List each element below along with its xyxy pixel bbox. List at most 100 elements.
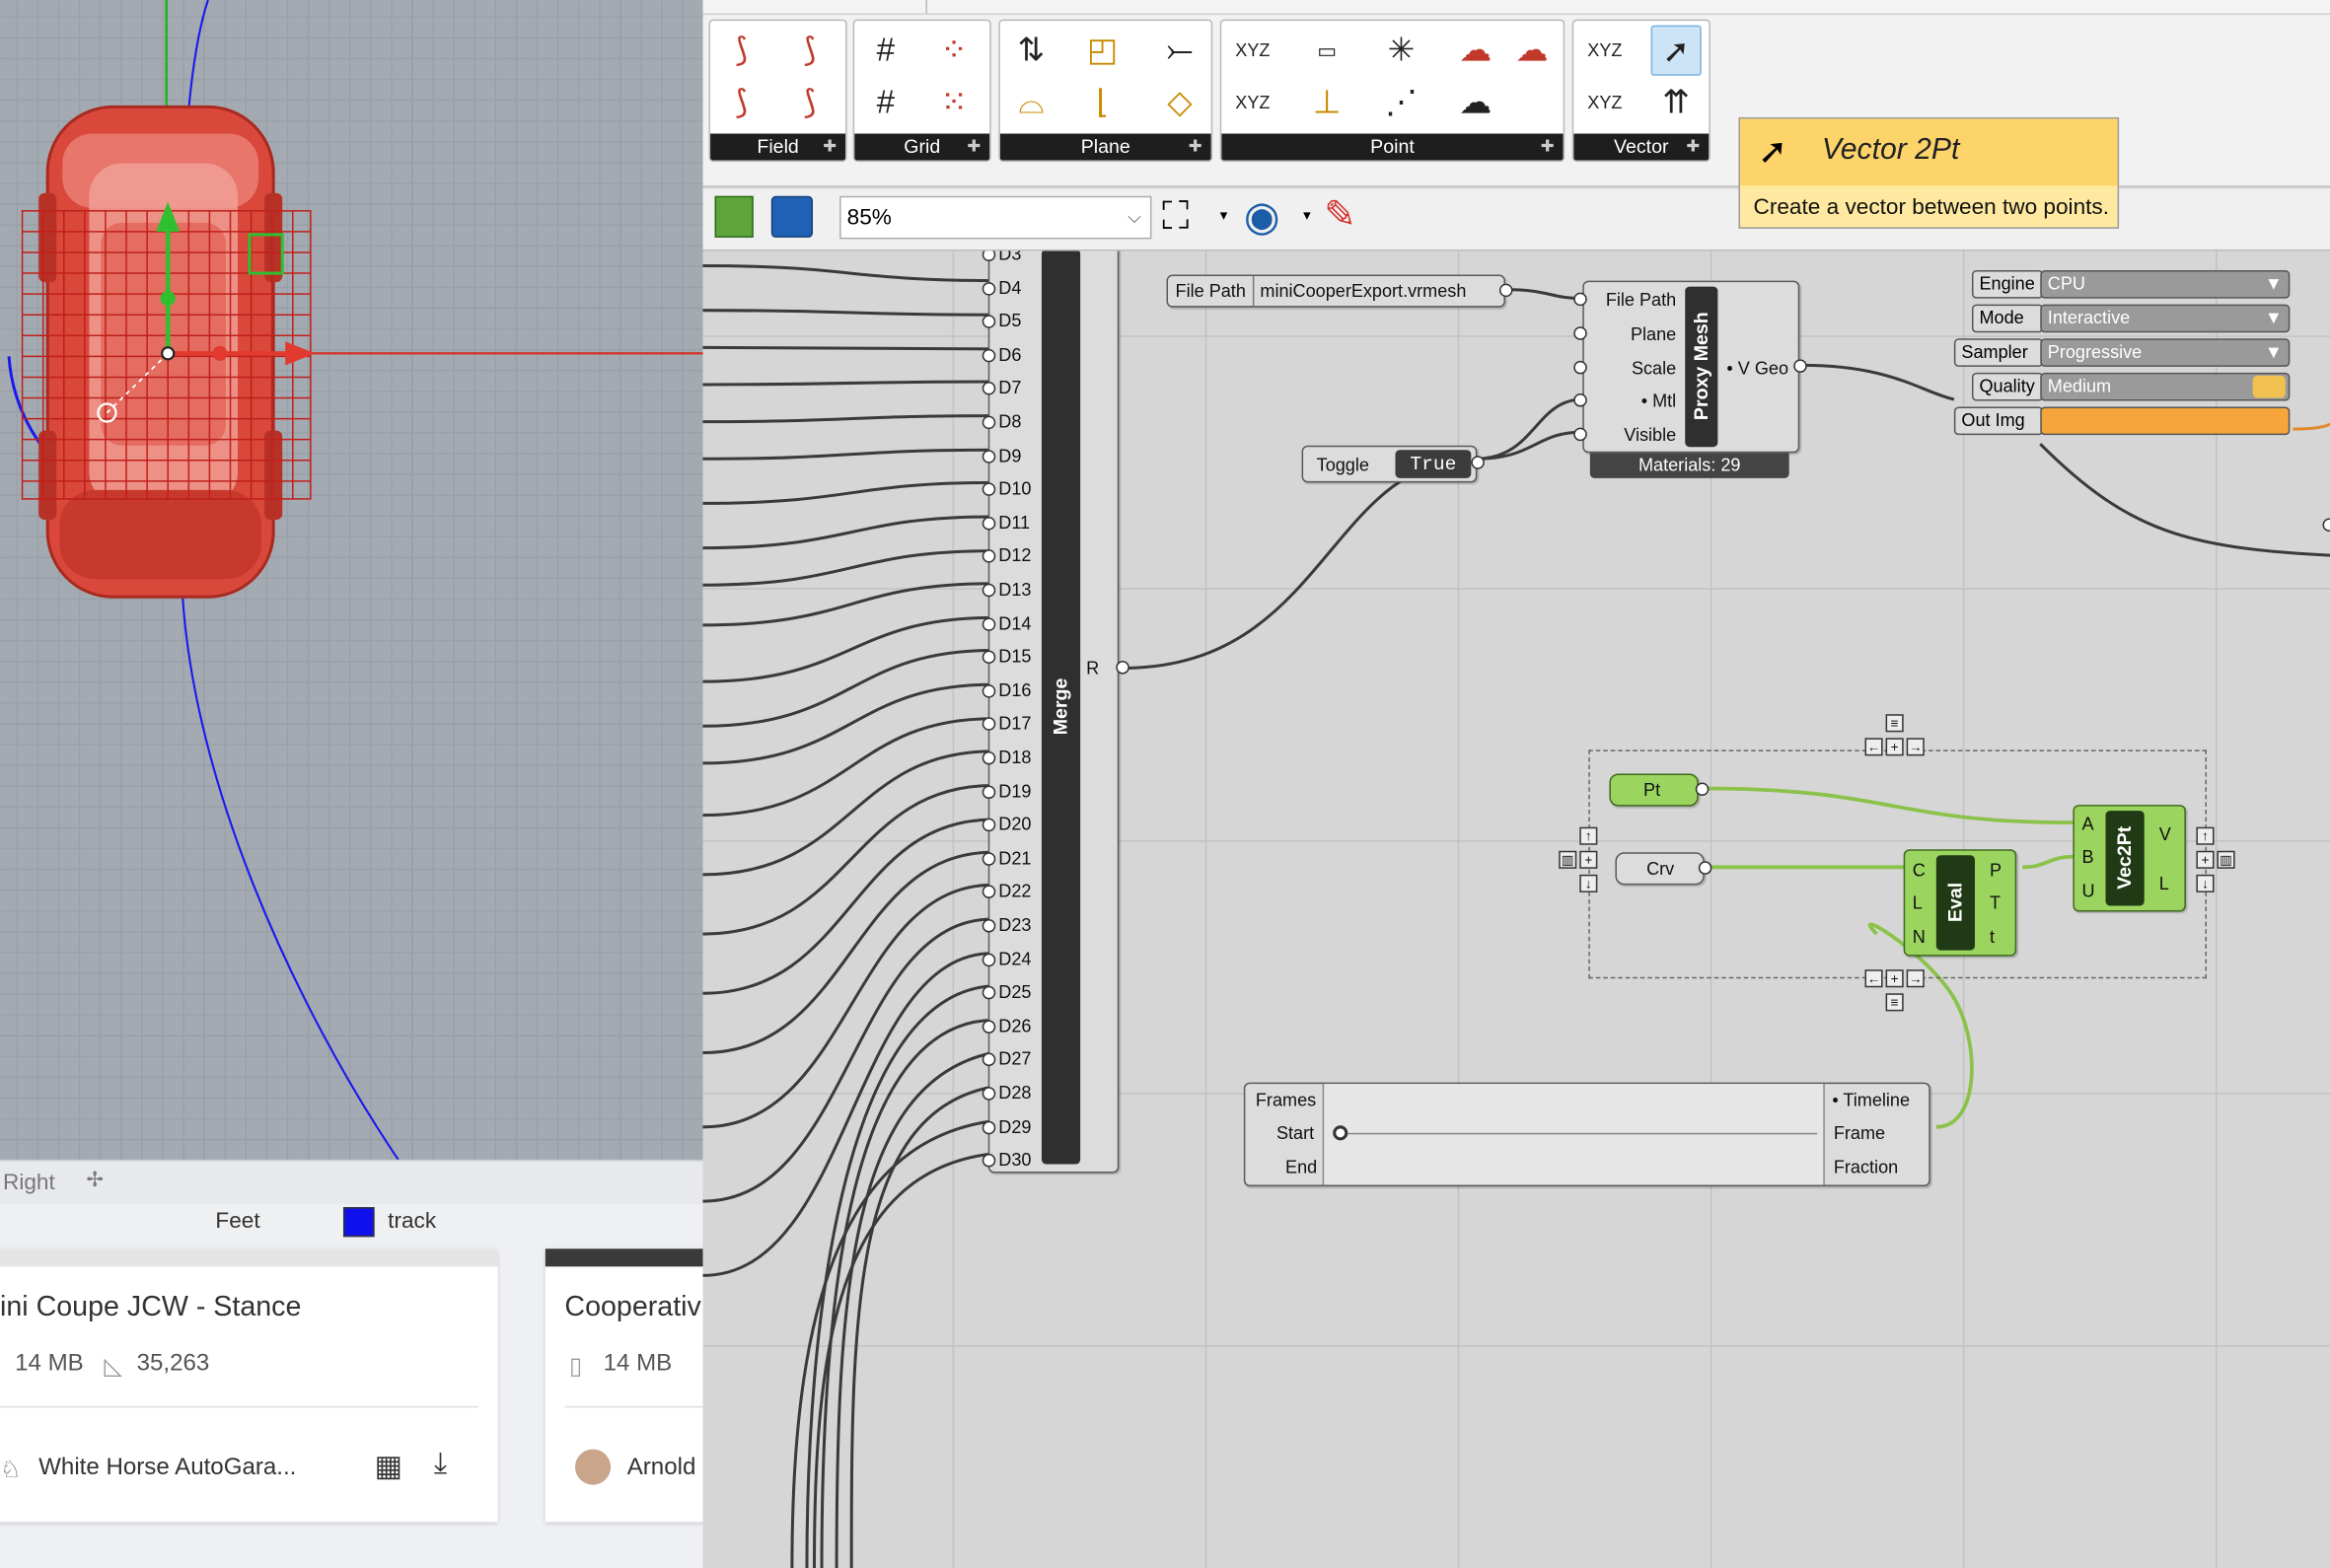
field-vector-force-icon[interactable]: ⟆ [784,77,835,127]
merge-input-port[interactable] [982,583,996,598]
deconstruct-point-icon[interactable]: XYZ [1227,26,1277,76]
sort-points-icon[interactable]: ☁ [1450,77,1500,127]
render-output-image[interactable] [2040,406,2291,436]
point-cloud-icon[interactable]: ☁ [1506,26,1557,76]
panel-grid[interactable]: # ⁘ # ⁙ Grid ✚ [852,19,991,163]
layer-color-swatch[interactable] [342,1207,375,1238]
construct-point-icon[interactable]: XYZ [1227,77,1277,127]
merge-input-port[interactable] [982,784,996,799]
timeline-component[interactable]: Frames Start End • Timeline Frame Fracti… [1243,1082,1930,1187]
filepath-output-port[interactable] [1498,283,1513,298]
crv-output-port[interactable] [1698,861,1712,875]
merge-input-port[interactable] [982,281,996,296]
proxy-mesh-component[interactable]: File Path Plane Scale • Mtl Visible Prox… [1582,280,1800,454]
proxy-input-port[interactable] [1573,427,1587,442]
gh-canvas[interactable]: Merge D3 D4 D5 D6 D7 D8 D9 D10 D11 D12 D13 D14 D15 D1… [702,250,2330,1568]
zoom-extents-icon[interactable]: ⛶ [1162,193,1189,241]
vec2pt-component[interactable]: A B U Vec2Pt V L [2073,805,2186,912]
pt-output-port[interactable] [1695,782,1710,797]
plane-fit-icon[interactable]: ◇ [1154,77,1204,127]
merge-input-port[interactable] [982,415,996,430]
pt-param[interactable]: Pt [1609,773,1699,807]
rhino-viewport[interactable] [0,0,703,1160]
proxy-output-port[interactable] [1793,359,1807,373]
merge-input-port[interactable] [982,750,996,765]
sketch-brush-icon[interactable]: ✎ [1324,191,1356,238]
render-row-value[interactable]: CPU ▼ [2040,270,2291,299]
rectangular-grid-icon[interactable]: # [860,26,910,76]
proxy-input-port[interactable] [1573,393,1587,407]
square-grid-icon[interactable]: # [860,77,910,127]
merge-input-port[interactable] [982,851,996,866]
closest-points-icon[interactable]: ✳ [1376,26,1426,76]
timeline-handle[interactable] [1333,1125,1348,1141]
xy-plane-icon[interactable]: ⌓ [1006,77,1056,127]
cull-duplicates-icon[interactable]: ☁ [1450,26,1500,76]
merge-input-port[interactable] [982,449,996,463]
point-groups-icon[interactable]: ⋰ [1376,77,1426,127]
toggle-value[interactable]: True [1395,450,1472,478]
merge-input-port[interactable] [982,516,996,531]
render-row-value[interactable]: Interactive ▼ [2040,304,2291,333]
units-label[interactable]: Feet [215,1209,259,1235]
dropdown-arrow-icon[interactable]: ▾ [1220,208,1228,225]
field-point-charge-icon[interactable]: ⟆ [716,77,766,127]
timeline-slider[interactable] [1322,1084,1825,1185]
proxy-input-port[interactable] [1573,292,1587,307]
vector-length-icon[interactable]: ⇈ [1651,77,1702,127]
eval-component[interactable]: C L N Eval P T t [1903,849,2017,957]
populate-3d-icon[interactable]: ⁙ [928,77,979,127]
dropdown-arrow-icon[interactable]: ▾ [1303,208,1311,225]
point-oriented-icon[interactable]: ⊥ [1302,77,1352,127]
layer-label[interactable]: track [388,1209,436,1235]
panel-vector[interactable]: XYZ ➚ XYZ ⇈ Vector ✚ [1571,19,1711,163]
field-line-charge-icon[interactable]: ⟆ [716,26,766,76]
merge-input-port[interactable] [982,683,996,698]
plane-offset-icon[interactable]: ⤚ [1154,26,1204,76]
plane-normal-icon[interactable]: ⇅ [1006,26,1056,76]
proxy-input-port[interactable] [1573,360,1587,375]
model-card[interactable]: Cooperativ ▯ 14 MB Arnold [545,1248,703,1523]
crv-param[interactable]: Crv [1615,852,1705,886]
merge-input-port[interactable] [982,348,996,363]
merge-output-port[interactable] [1116,661,1129,675]
filepath-param[interactable]: File Path miniCooperExport.vrmesh [1166,274,1505,308]
model-card[interactable]: ini Coupe JCW - Stance 14 MB ◺ 35,263 ♘ … [0,1248,498,1523]
proxy-input-port[interactable] [1573,326,1587,340]
merge-input-port[interactable] [982,1120,996,1134]
merge-input-port[interactable] [982,919,996,933]
card-title[interactable]: ini Coupe JCW - Stance [0,1292,301,1324]
merge-input-port[interactable] [982,1020,996,1033]
card-author[interactable]: White Horse AutoGara... [38,1456,296,1482]
preview-eye-icon[interactable]: ◉ [1244,191,1280,241]
numbers-to-points-icon[interactable]: ▭ [1302,26,1352,76]
panel-plane[interactable]: ⇅ ◰ ⤚ ⌓ ⌊ ◇ Plane ✚ [998,19,1213,163]
merge-input-port[interactable] [982,1087,996,1101]
toggle-param[interactable]: Toggle True [1301,445,1478,483]
field-spin-charge-icon[interactable]: ⟆ [784,26,835,76]
render-output-port[interactable] [2322,518,2330,533]
panel-field[interactable]: ⟆ ⟆ ⟆ ⟆ Field ✚ [708,19,847,163]
render-row-value[interactable]: Medium [2040,372,2291,401]
download-icon[interactable]: ⤓ [434,1448,447,1482]
merge-input-port[interactable] [982,953,996,966]
deconstruct-vector-icon[interactable]: XYZ [1579,77,1630,127]
plane-origin-icon[interactable]: ◰ [1077,26,1128,76]
construct-plane-icon[interactable]: ⌊ [1077,77,1128,127]
zoom-dropdown[interactable]: 85% ⌵ [839,195,1152,240]
filepath-value[interactable]: miniCooperExport.vrmesh [1260,281,1466,302]
add-viewport-icon[interactable]: ✢ [86,1167,104,1192]
render-row-value[interactable]: Progressive ▼ [2040,338,2291,367]
populate-2d-icon[interactable]: ⁘ [928,26,979,76]
toggle-output-port[interactable] [1471,456,1485,469]
viewer-icon[interactable]: ▦ [375,1448,402,1485]
save-file-icon[interactable] [770,195,813,238]
vector-xyz-icon[interactable]: XYZ [1579,26,1630,76]
open-file-icon[interactable] [714,195,754,238]
viewport-tab-right[interactable]: Right [3,1170,55,1195]
card-author[interactable]: Arnold [627,1456,696,1482]
card-title[interactable]: Cooperativ [564,1292,700,1324]
panel-point[interactable]: XYZ ▭ ✳ ☁ ☁ XYZ ⊥ ⋰ ☁ Point ✚ [1219,19,1565,163]
merge-input-port[interactable] [982,616,996,631]
vector-2pt-icon[interactable]: ➚ [1650,25,1702,76]
